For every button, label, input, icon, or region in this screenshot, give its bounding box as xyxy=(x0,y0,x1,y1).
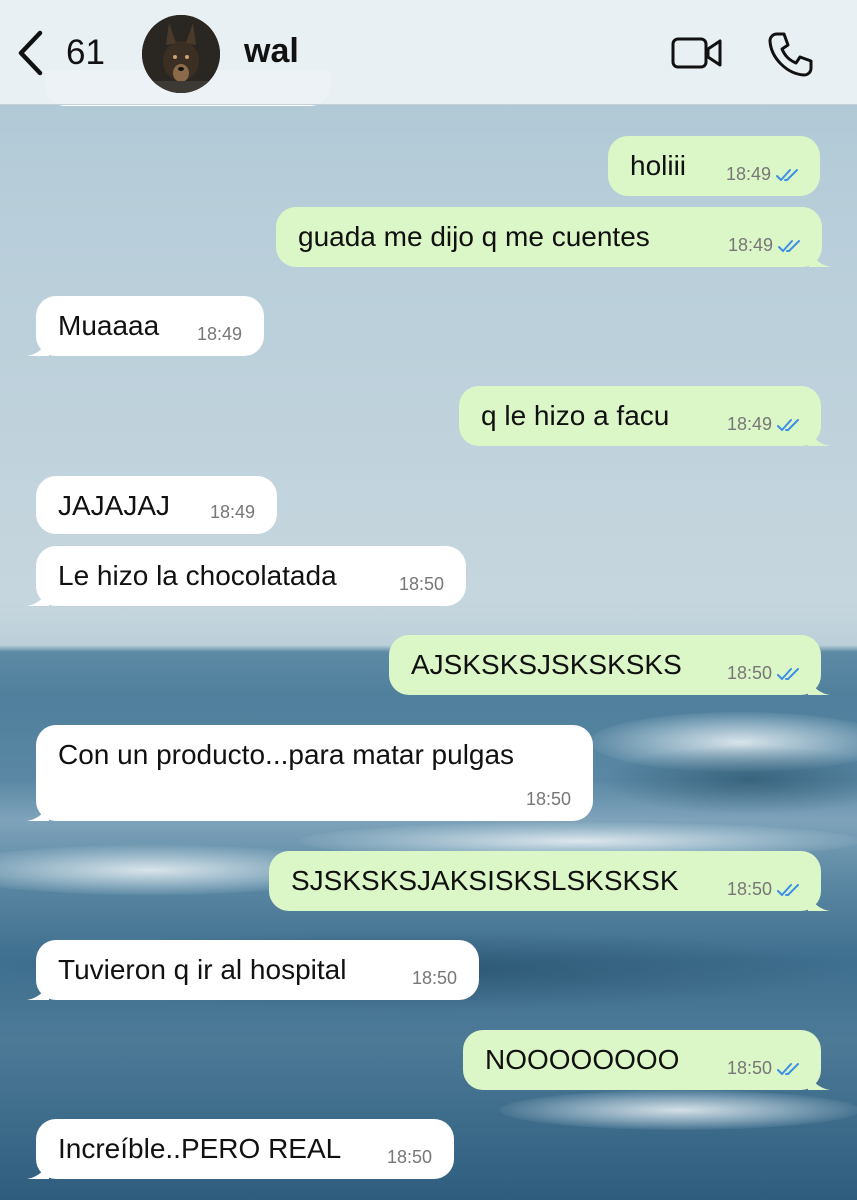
incoming-message[interactable]: Con un producto...para matar pulgas 18:5… xyxy=(27,725,593,821)
message-meta: 18:49 xyxy=(728,235,804,256)
voice-call-button[interactable] xyxy=(765,29,815,79)
message-meta: 18:50 xyxy=(399,574,444,595)
incoming-message[interactable]: Tuvieron q ir al hospital 18:50 xyxy=(27,940,479,1000)
outgoing-message[interactable]: NOOOOOOOO 18:50 xyxy=(463,1030,830,1090)
message-time: 18:50 xyxy=(411,968,457,988)
bubble-tail xyxy=(808,424,830,446)
outgoing-message[interactable]: AJSKSKSJSKSKSKS 18:50 xyxy=(389,635,830,695)
double-check-read-icon xyxy=(777,1062,799,1075)
message-time: 18:50 xyxy=(726,879,772,899)
message-text: NOOOOOOOO xyxy=(485,1044,680,1075)
incoming-message[interactable]: Le hizo la chocolatada 18:50 xyxy=(27,546,466,606)
message-time: 18:49 xyxy=(725,164,771,184)
bubble-tail xyxy=(27,799,49,821)
message-time: 18:50 xyxy=(386,1147,432,1167)
message-meta: 18:50 xyxy=(727,663,803,684)
message-text: holiii xyxy=(630,150,687,181)
message-time: 18:50 xyxy=(398,574,444,594)
outgoing-message[interactable]: q le hizo a facu 18:49 xyxy=(459,386,830,446)
double-check-read-icon xyxy=(776,168,798,181)
avatar[interactable] xyxy=(142,15,220,93)
message-meta: 18:50 xyxy=(526,789,571,810)
message-meta: 18:49 xyxy=(197,324,242,345)
message-time: 18:49 xyxy=(209,502,255,522)
message-meta: 18:50 xyxy=(727,1058,803,1079)
message-meta: 18:49 xyxy=(727,414,803,435)
phone-icon xyxy=(768,32,813,77)
bubble-tail xyxy=(27,1157,49,1179)
message-text: Con un producto...para matar pulgas xyxy=(58,739,515,770)
video-camera-icon xyxy=(671,37,722,69)
message-meta: 18:49 xyxy=(726,164,802,185)
double-check-read-icon xyxy=(777,883,799,896)
bubble-tail xyxy=(27,978,49,1000)
back-button[interactable]: 61 xyxy=(16,28,116,78)
message-meta: 18:49 xyxy=(210,502,255,523)
message-meta: 18:50 xyxy=(412,968,457,989)
message-text: JAJAJAJ xyxy=(58,490,171,521)
message-time: 18:50 xyxy=(726,1058,772,1078)
double-check-read-icon xyxy=(777,667,799,680)
bubble-tail xyxy=(808,1068,830,1090)
outgoing-message[interactable]: SJSKSKSJAKSISKSLSKSKSK 18:50 xyxy=(269,851,830,911)
message-meta: 18:50 xyxy=(387,1147,432,1168)
message-text: Muaaaa xyxy=(58,310,160,341)
message-text: Le hizo la chocolatada xyxy=(58,560,337,591)
message-time: 18:50 xyxy=(525,789,571,809)
message-text: Tuvieron q ir al hospital xyxy=(58,954,347,985)
bubble-tail xyxy=(27,334,49,356)
message-meta: 18:50 xyxy=(727,879,803,900)
contact-name[interactable]: wal xyxy=(244,32,299,71)
message-time: 18:50 xyxy=(726,663,772,683)
message-text: SJSKSKSJAKSISKSLSKSKSK xyxy=(291,865,679,896)
bubble-tail xyxy=(808,673,830,695)
message-time: 18:49 xyxy=(726,414,772,434)
message-text: q le hizo a facu xyxy=(481,400,670,431)
double-check-read-icon xyxy=(777,418,799,431)
double-check-read-icon xyxy=(778,239,800,252)
bubble-tail xyxy=(27,584,49,606)
unread-count: 61 xyxy=(66,33,105,72)
bubble-tail xyxy=(809,245,831,267)
incoming-message[interactable]: Increíble..PERO REAL 18:50 xyxy=(27,1119,454,1179)
incoming-message[interactable]: Muaaaa 18:49 xyxy=(27,296,264,356)
outgoing-message[interactable]: holiii 18:49 xyxy=(608,136,820,196)
message-time: 18:49 xyxy=(727,235,773,255)
outgoing-message[interactable]: guada me dijo q me cuentes 18:49 xyxy=(276,207,831,267)
message-text: Increíble..PERO REAL xyxy=(58,1133,342,1164)
message-time: 18:49 xyxy=(196,324,242,344)
video-call-button[interactable] xyxy=(670,34,724,72)
chevron-left-icon xyxy=(18,30,43,76)
chat-header: 61 wal xyxy=(0,0,857,105)
message-text: guada me dijo q me cuentes xyxy=(298,221,650,252)
incoming-message[interactable]: JAJAJAJ 18:49 xyxy=(36,476,277,534)
message-text: AJSKSKSJSKSKSKS xyxy=(411,649,682,680)
dog-avatar-image xyxy=(142,15,220,93)
bubble-tail xyxy=(808,889,830,911)
